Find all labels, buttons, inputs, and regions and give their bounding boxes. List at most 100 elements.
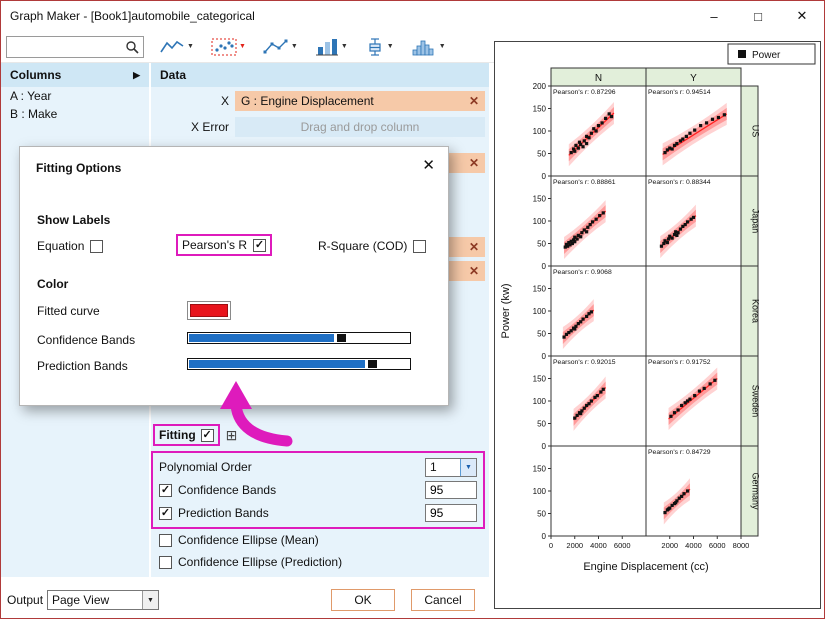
confidence-bands-slider[interactable] bbox=[187, 332, 411, 344]
confidence-ellipse-mean-label: Confidence Ellipse (Mean) bbox=[178, 533, 319, 547]
column-item-make[interactable]: B : Make bbox=[1, 105, 149, 123]
x-error-drop-area[interactable]: Drag and drop column bbox=[235, 117, 485, 137]
scatter-plot-icon bbox=[211, 38, 237, 56]
svg-text:0: 0 bbox=[542, 442, 547, 451]
scatter-point bbox=[595, 129, 598, 132]
chevron-down-icon: ▼ bbox=[142, 591, 158, 609]
scatter-point bbox=[686, 399, 689, 402]
graph-maker-window: Graph Maker - [Book1]automobile_categori… bbox=[0, 0, 825, 619]
minimize-button[interactable]: – bbox=[692, 1, 736, 31]
close-button[interactable]: ✕ bbox=[780, 1, 824, 31]
slider-handle[interactable] bbox=[337, 334, 346, 342]
search-icon bbox=[124, 39, 140, 55]
confidence-bands-checkbox[interactable]: ✓ bbox=[159, 484, 172, 497]
histogram-plot-button[interactable]: ▼ bbox=[409, 37, 448, 57]
scatter-plot-button[interactable]: ▼ bbox=[209, 37, 248, 57]
slider-fill bbox=[189, 360, 365, 368]
scatter-point bbox=[682, 492, 685, 495]
close-icon[interactable]: ✕ bbox=[469, 94, 479, 108]
prediction-bands-color-label: Prediction Bands bbox=[37, 359, 128, 373]
output-select[interactable]: Page View ▼ bbox=[47, 590, 159, 610]
pearsons-r-annotation: Pearson's r: 0.94514 bbox=[648, 89, 711, 96]
scatter-point bbox=[667, 507, 670, 510]
close-icon[interactable]: ✕ bbox=[469, 156, 479, 170]
scatter-point bbox=[585, 230, 588, 233]
svg-text:0: 0 bbox=[542, 172, 547, 181]
slider-handle[interactable] bbox=[368, 360, 377, 368]
confidence-bands-input[interactable] bbox=[425, 481, 477, 499]
cancel-button[interactable]: Cancel bbox=[411, 589, 475, 611]
svg-text:100: 100 bbox=[533, 127, 547, 136]
triangle-right-icon[interactable]: ▶ bbox=[133, 70, 140, 81]
svg-text:50: 50 bbox=[537, 150, 546, 159]
r-square-checkbox[interactable] bbox=[413, 240, 426, 253]
x-column-value: G : Engine Displacement bbox=[241, 94, 374, 108]
data-header: Data bbox=[151, 63, 489, 87]
svg-text:Germany: Germany bbox=[751, 472, 761, 510]
line-symbol-plot-button[interactable]: ▼ bbox=[261, 37, 300, 57]
scatter-point bbox=[666, 241, 669, 244]
confidence-ellipse-mean-checkbox[interactable] bbox=[159, 534, 172, 547]
pearsons-r-annotation: Pearson's r: 0.84729 bbox=[648, 449, 711, 456]
r-square-label: R-Square (COD) bbox=[318, 239, 407, 253]
slider-track bbox=[377, 360, 409, 368]
trellis-chart: NYUSJapanKoreaSwedenGermany2001501005001… bbox=[495, 42, 820, 608]
svg-text:8000: 8000 bbox=[733, 541, 750, 550]
svg-text:50: 50 bbox=[537, 240, 546, 249]
scatter-point bbox=[671, 147, 674, 150]
prediction-bands-input[interactable] bbox=[425, 504, 477, 522]
equation-checkbox[interactable] bbox=[90, 240, 103, 253]
fitting-options-dialog: Fitting Options ✕ Show Labels Equation P… bbox=[19, 146, 449, 406]
ok-button[interactable]: OK bbox=[331, 589, 395, 611]
slider-track bbox=[346, 334, 409, 342]
scatter-point bbox=[579, 412, 582, 415]
maximize-button[interactable]: □ bbox=[736, 1, 780, 31]
line-plot-button[interactable]: ▼ bbox=[157, 37, 196, 57]
trellis-cell bbox=[646, 446, 741, 536]
svg-text:150: 150 bbox=[533, 285, 547, 294]
scatter-point bbox=[581, 318, 584, 321]
legend-label: Power bbox=[752, 50, 781, 61]
prediction-bands-checkbox[interactable]: ✓ bbox=[159, 507, 172, 520]
scatter-point bbox=[686, 220, 689, 223]
search-input[interactable] bbox=[7, 38, 124, 56]
scatter-point bbox=[723, 113, 726, 116]
chevron-down-icon: ▼ bbox=[341, 43, 348, 50]
svg-text:100: 100 bbox=[533, 217, 547, 226]
polynomial-order-select[interactable]: 1 ▼ bbox=[425, 458, 477, 477]
fitted-curve-color-swatch[interactable] bbox=[187, 301, 231, 320]
close-icon[interactable]: ✕ bbox=[422, 156, 435, 174]
scatter-point bbox=[692, 216, 695, 219]
scatter-point bbox=[604, 117, 607, 120]
confidence-ellipse-prediction-checkbox[interactable] bbox=[159, 556, 172, 569]
pearsons-r-checkbox[interactable]: ✓ bbox=[253, 239, 266, 252]
scatter-point bbox=[699, 124, 702, 127]
svg-text:150: 150 bbox=[533, 195, 547, 204]
pearsons-r-annotation: Pearson's r: 0.92015 bbox=[553, 359, 616, 366]
histogram-plot-icon bbox=[411, 38, 437, 56]
scatter-point bbox=[610, 115, 613, 118]
x-column-field[interactable]: G : Engine Displacement ✕ bbox=[235, 91, 485, 111]
confidence-ellipse-prediction-row: Confidence Ellipse (Prediction) bbox=[159, 555, 342, 569]
column-plot-button[interactable]: ▼ bbox=[313, 37, 350, 57]
scatter-point bbox=[597, 124, 600, 127]
close-icon[interactable]: ✕ bbox=[469, 264, 479, 278]
column-item-year[interactable]: A : Year bbox=[1, 87, 149, 105]
svg-text:150: 150 bbox=[533, 375, 547, 384]
svg-text:2000: 2000 bbox=[566, 541, 583, 550]
scatter-point bbox=[600, 121, 603, 124]
scatter-point bbox=[713, 379, 716, 382]
chevron-down-icon: ▼ bbox=[439, 43, 446, 50]
scatter-point bbox=[591, 220, 594, 223]
scatter-point bbox=[573, 150, 576, 153]
close-icon[interactable]: ✕ bbox=[469, 240, 479, 254]
chevron-down-icon: ▼ bbox=[187, 43, 194, 50]
hidden-field-stub: ✕ bbox=[447, 237, 485, 257]
prediction-bands-slider[interactable] bbox=[187, 358, 411, 370]
box-plot-button[interactable]: ▼ bbox=[363, 37, 396, 57]
svg-text:50: 50 bbox=[537, 330, 546, 339]
pearsons-r-annotation: Pearson's r: 0.9068 bbox=[553, 269, 612, 276]
scatter-point bbox=[717, 116, 720, 119]
footer: Output Page View ▼ OK Cancel bbox=[1, 583, 494, 619]
fitted-curve-label: Fitted curve bbox=[37, 304, 100, 318]
